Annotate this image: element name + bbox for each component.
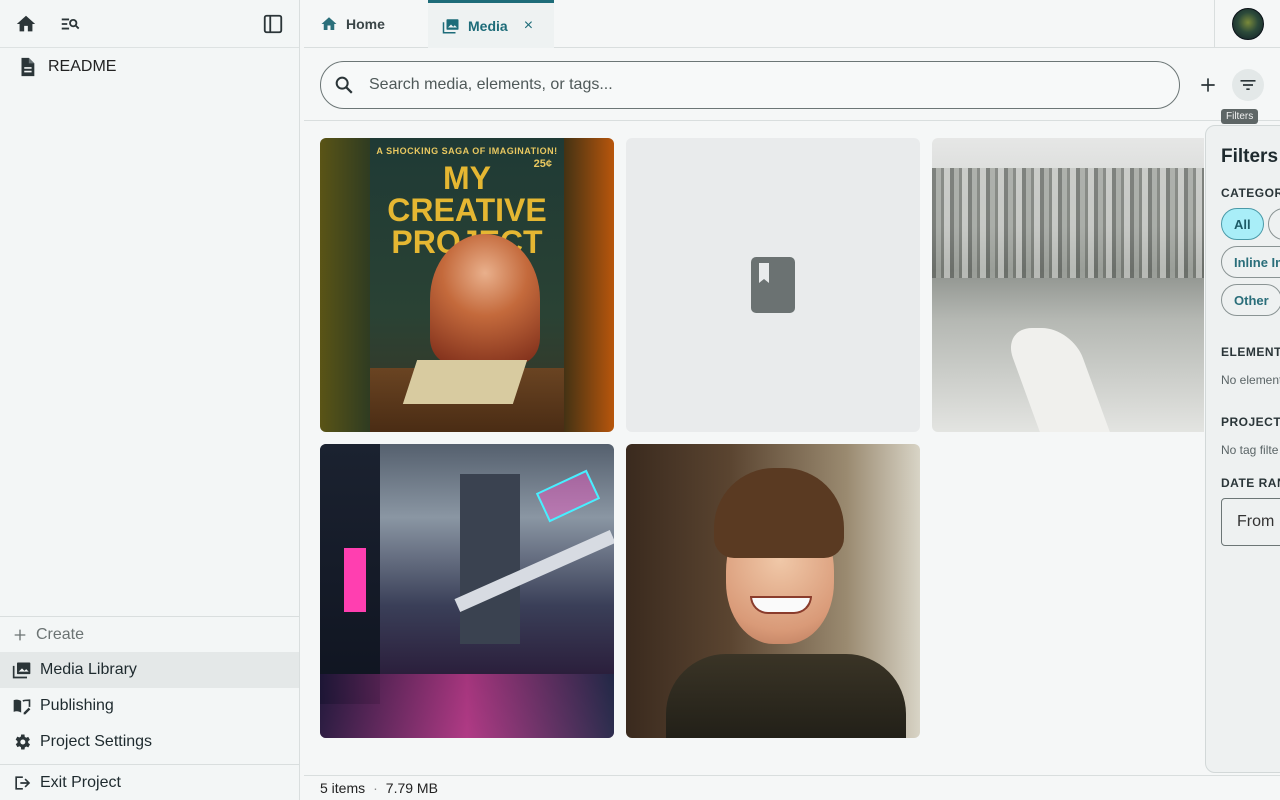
sidebar-bottom: Create Media Library Publishing Project … [0,616,299,800]
media-card-portrait[interactable] [626,444,920,738]
chip-all[interactable]: All [1221,208,1264,240]
sketch-forest [932,168,1204,278]
media-card-comic-cover[interactable]: A SHOCKING SAGA OF IMAGINATION! 25¢ MY C… [320,138,614,432]
comic-cover-image: A SHOCKING SAGA OF IMAGINATION! 25¢ MY C… [370,138,564,432]
manage-search-icon [61,18,80,29]
portrait-hair [714,468,844,558]
filters-title: Filters [1221,146,1279,167]
nav-project-settings[interactable]: Project Settings [0,724,299,760]
home-button[interactable] [10,8,42,40]
city-tower [460,474,520,644]
plus-icon [14,629,26,640]
project-tags-heading: PROJECT [1221,415,1280,429]
nav-label: Media Library [40,661,137,678]
search-list-button[interactable] [54,8,86,40]
tab-media[interactable]: Media × [428,0,554,48]
sidebar-toggle-icon [263,14,283,34]
item-count: 5 items [320,780,366,796]
add-media-button[interactable] [1192,69,1224,101]
create-label: Create [36,625,85,643]
document-icon [21,57,35,77]
search-input[interactable] [369,76,1129,94]
elements-empty: No element [1221,373,1280,387]
logout-icon [15,775,31,790]
plus-icon [1201,78,1215,92]
media-card-village-sketch[interactable] [932,138,1204,432]
sidebar: README Create Media Library Publishing P… [0,0,300,800]
tab-home[interactable]: Home [304,0,428,48]
book-edit-icon [13,699,31,715]
filter-list-icon [1240,80,1256,90]
tab-label: Media [468,17,508,34]
category-heading: CATEGORY [1221,186,1280,200]
cover-tagline: A SHOCKING SAGA OF IMAGINATION! [376,146,558,156]
search-bar [320,61,1180,109]
filters-button[interactable] [1232,69,1264,101]
gear-icon [15,734,31,750]
portrait-smile [750,596,812,614]
search-row: Filters [304,49,1280,124]
collapse-sidebar-button[interactable] [257,8,289,40]
avatar[interactable] [1231,8,1264,40]
readme-item[interactable]: README [0,48,299,86]
avatar-area [1214,0,1280,48]
sketch-path [1001,328,1113,432]
sidebar-header [0,0,299,48]
photo-library-icon [12,662,31,679]
wet-street [320,674,614,738]
media-card-placeholder[interactable] [626,138,920,432]
nav-publishing[interactable]: Publishing [0,688,299,724]
chip-category[interactable] [1268,208,1280,240]
neon-sign [535,469,601,523]
search-icon [335,76,353,94]
elements-heading: ELEMENTS [1221,345,1280,359]
total-size: 7.79 MB [385,780,438,796]
close-tab-button[interactable]: × [524,17,533,35]
media-card-neon-city[interactable] [320,444,614,738]
readme-label: README [48,58,117,75]
nav-label: Publishing [40,697,114,714]
status-separator: · [373,780,378,796]
chip-other[interactable]: Other [1221,284,1280,316]
tab-label: Home [346,16,385,32]
portrait-body [666,654,906,738]
cover-paper [402,360,528,404]
home-icon [321,17,337,30]
book-icon [751,257,795,313]
cover-figure [430,234,540,364]
filters-panel: Filters CATEGORY All Inline Im Other ELE… [1205,125,1280,773]
nav-label: Project Settings [40,733,153,750]
home-icon [16,15,36,31]
status-bar: 5 items · 7.79 MB [304,775,1280,800]
filters-tooltip: Filters [1221,109,1259,124]
neon-sign [344,548,366,612]
tags-empty: No tag filte [1221,443,1279,457]
photo-library-icon [442,18,459,33]
date-range-heading: DATE RAN [1221,476,1280,490]
chip-inline-images[interactable]: Inline Im [1221,246,1280,278]
create-button[interactable]: Create [0,616,299,652]
tab-bar: Home Media × [304,0,1280,48]
nav-media-library[interactable]: Media Library [0,652,299,688]
exit-project-button[interactable]: Exit Project [0,764,299,800]
date-from-field[interactable]: From [1221,498,1280,546]
exit-label: Exit Project [40,773,121,791]
